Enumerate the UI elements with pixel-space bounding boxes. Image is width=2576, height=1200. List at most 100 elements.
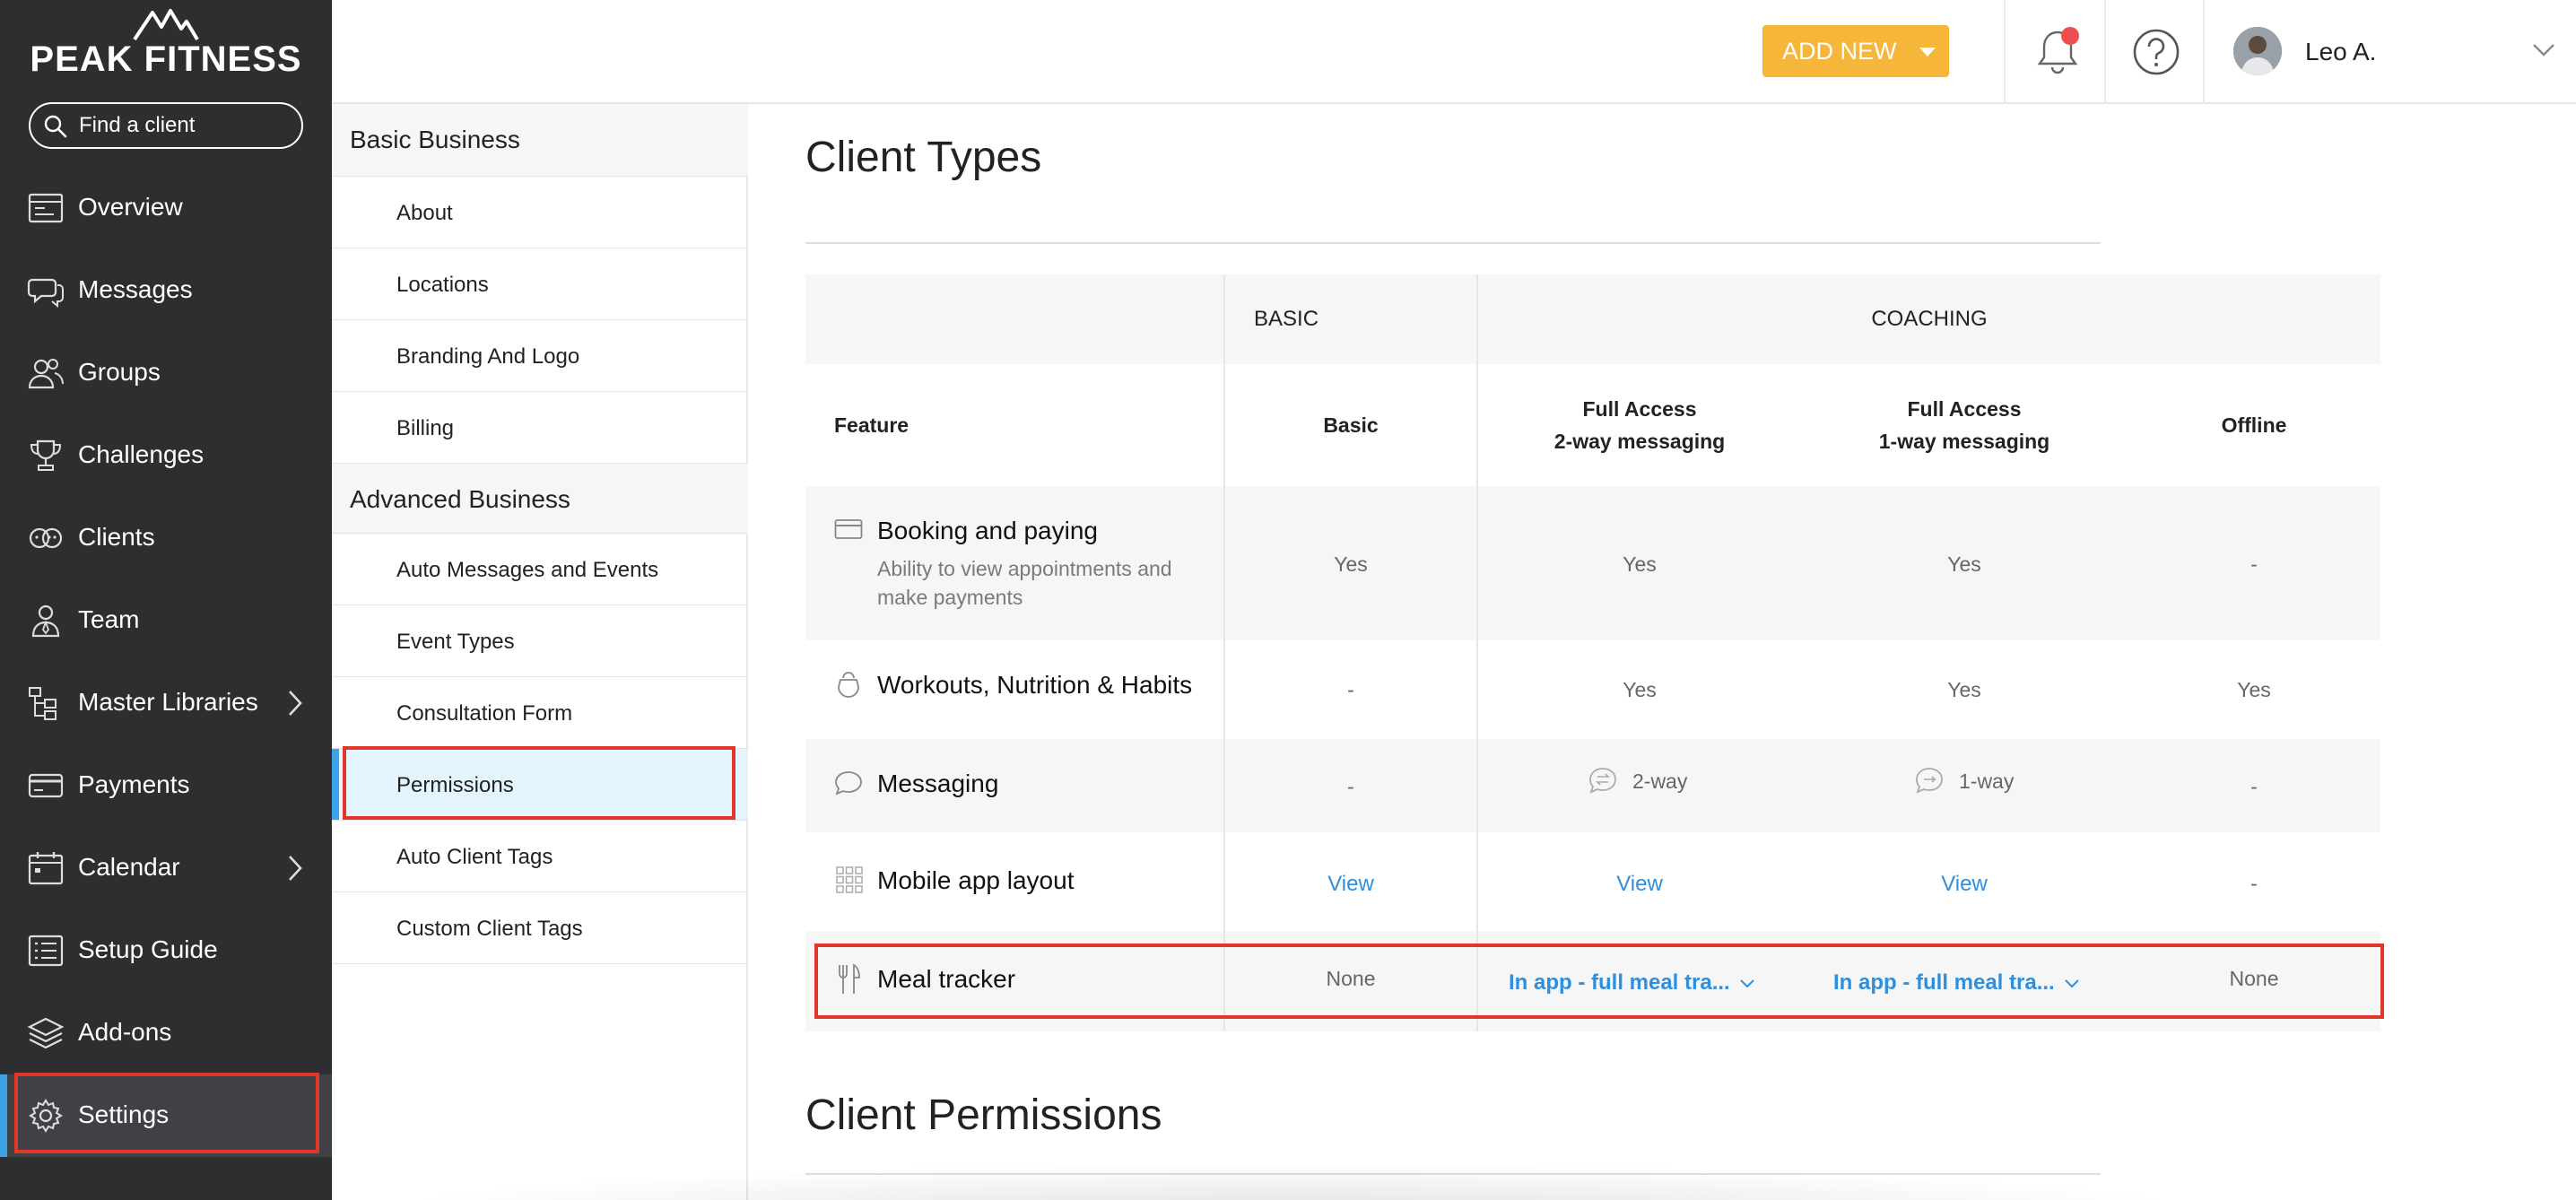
feature-name: Booking and paying (877, 517, 1098, 544)
cell-value: - (2250, 552, 2258, 576)
search-icon (44, 115, 67, 138)
nav-item-master-libraries[interactable]: Master Libraries (0, 662, 332, 744)
submenu-item-consultation-form[interactable]: Consultation Form (332, 676, 748, 748)
sidebar: PEAK FITNESS Overview Messages Groups Ch… (0, 0, 332, 1200)
submenu-item-custom-client-tags[interactable]: Custom Client Tags (332, 891, 748, 963)
nav-label: Clients (78, 523, 155, 551)
cell-value: Yes (1947, 552, 1981, 576)
cell-value: Yes (2237, 678, 2271, 701)
submenu-item-auto-client-tags[interactable]: Auto Client Tags (332, 820, 748, 891)
item-label: About (396, 201, 453, 225)
highlight-settings (14, 1073, 319, 1153)
item-label: Auto Messages and Events (396, 558, 659, 582)
cell-value: Yes (1623, 678, 1657, 701)
nav-item-team[interactable]: Team (0, 579, 332, 662)
user-silhouette-icon (2233, 27, 2282, 75)
chevron-right-icon (289, 691, 302, 716)
nav-label: Add-ons (78, 1018, 172, 1046)
credit-card-icon (834, 519, 863, 539)
divider (2104, 0, 2106, 104)
active-indicator (0, 1074, 7, 1157)
hierarchy-icon (29, 687, 57, 720)
cell-value: 2-way (1632, 770, 1688, 793)
trophy-icon (30, 439, 62, 471)
cell-value: - (2250, 775, 2258, 798)
nav-label: Setup Guide (78, 935, 218, 963)
mountain-logo-icon (133, 9, 199, 41)
item-label: Custom Client Tags (396, 917, 583, 941)
highlight-permissions (343, 746, 735, 820)
column-divider (1476, 274, 1478, 1031)
submenu-item-locations[interactable]: Locations (332, 248, 748, 319)
cell-value: Yes (1334, 552, 1368, 576)
feature-name: Messaging (877, 770, 999, 797)
client-search[interactable] (29, 102, 303, 149)
view-layout-link[interactable]: View (1225, 872, 1476, 897)
submenu-item-auto-messages[interactable]: Auto Messages and Events (332, 533, 748, 604)
col-full-access-1way: Full Access 1-way messaging (1803, 393, 2126, 457)
col-title: Offline (2221, 413, 2287, 437)
divider (2004, 0, 2006, 104)
client-types-table: BASIC COACHING Feature Basic Full Access… (805, 274, 2380, 1031)
submenu-item-billing[interactable]: Billing (332, 391, 748, 463)
notification-dot (2061, 27, 2079, 45)
divider (805, 242, 2101, 244)
col-title: Full Access (1907, 397, 2022, 421)
chevron-down-icon (2533, 44, 2554, 57)
submenu-item-about[interactable]: About (332, 176, 748, 248)
item-label: Event Types (396, 630, 515, 654)
bell-icon[interactable] (2034, 25, 2084, 79)
col-subtitle: 1-way messaging (1878, 430, 2050, 453)
nav-item-add-ons[interactable]: Add-ons (0, 992, 332, 1074)
chat-bubbles-icon (27, 278, 64, 309)
user-menu[interactable]: Leo A. (2233, 20, 2556, 83)
help-icon[interactable] (2131, 27, 2181, 77)
submenu-item-branding[interactable]: Branding And Logo (332, 319, 748, 391)
add-new-button[interactable]: ADD NEW (1762, 25, 1949, 77)
chat-bubble-icon (835, 771, 862, 796)
desc-line: Ability to view appointments and (877, 557, 1172, 580)
nav-item-payments[interactable]: Payments (0, 744, 332, 827)
nav-label: Messages (78, 275, 193, 303)
col-full-access-2way: Full Access 2-way messaging (1478, 393, 1801, 457)
team-member-icon (31, 604, 60, 638)
submenu-heading-advanced: Advanced Business (332, 463, 748, 535)
cell-value: Yes (1947, 678, 1981, 701)
feature-description: Ability to view appointments and make pay… (877, 554, 1172, 612)
client-permissions-title: Client Permissions (805, 1091, 1162, 1139)
top-bar: ADD NEW Leo A. (332, 0, 2576, 104)
divider (2203, 0, 2205, 104)
find-client-input[interactable] (79, 109, 294, 142)
highlight-meal-tracker (814, 943, 2384, 1019)
client-faces-icon (29, 527, 63, 549)
grid-icon (836, 866, 863, 893)
settings-submenu: Basic Business About Locations Branding … (332, 104, 748, 1200)
nav-label: Calendar (78, 853, 180, 881)
nav-item-clients[interactable]: Clients (0, 497, 332, 579)
nav-item-overview[interactable]: Overview (0, 167, 332, 249)
nav-item-setup-guide[interactable]: Setup Guide (0, 909, 332, 992)
chevron-right-icon (289, 856, 302, 881)
nav-item-groups[interactable]: Groups (0, 332, 332, 414)
item-label: Billing (396, 416, 455, 440)
col-basic: Basic (1225, 409, 1476, 441)
nav-label: Team (78, 605, 140, 633)
nav-label: Payments (78, 770, 190, 798)
submenu-item-event-types[interactable]: Event Types (332, 604, 748, 676)
view-layout-link[interactable]: View (1803, 872, 2126, 897)
col-title: Basic (1323, 413, 1379, 437)
nav-item-calendar[interactable]: Calendar (0, 827, 332, 909)
users-icon (28, 359, 64, 389)
nav-item-challenges[interactable]: Challenges (0, 414, 332, 497)
column-divider (1223, 274, 1225, 1031)
nav-label: Overview (78, 193, 183, 221)
divider (332, 963, 748, 964)
view-layout-link[interactable]: View (1478, 872, 1801, 897)
nav-item-messages[interactable]: Messages (0, 249, 332, 332)
cell-value: - (1347, 678, 1354, 701)
brand-logo[interactable]: PEAK FITNESS (0, 0, 332, 90)
feature-name: Mobile app layout (877, 866, 1075, 894)
brand-name: PEAK FITNESS (30, 39, 302, 79)
checklist-icon (28, 935, 64, 967)
calendar-icon (28, 852, 64, 885)
